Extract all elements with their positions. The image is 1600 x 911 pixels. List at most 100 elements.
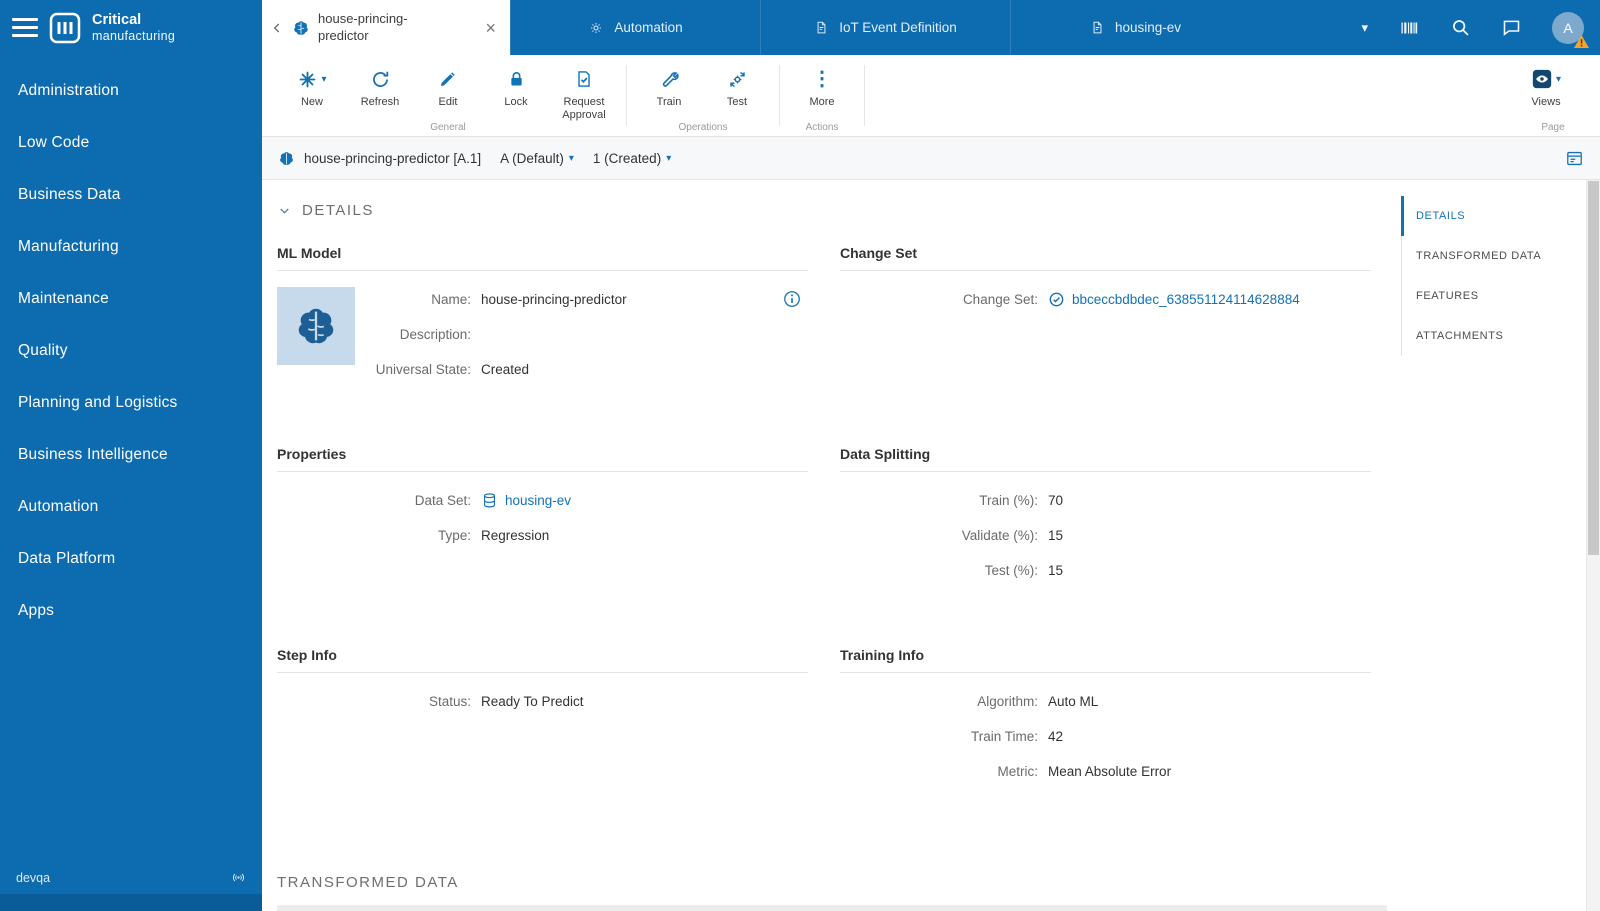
section-training-info: Training Info Algorithm: Auto ML Train T… <box>840 647 1371 794</box>
chevron-left-icon[interactable] <box>270 21 284 35</box>
transformed-data-header: TRANSFORMED DATA <box>277 874 459 891</box>
sidebar-item-planning-and-logistics[interactable]: Planning and Logistics <box>0 377 262 429</box>
vertical-scrollbar[interactable] <box>1586 180 1600 911</box>
hamburger-menu-icon[interactable] <box>12 14 38 41</box>
search-icon[interactable] <box>1450 17 1471 38</box>
sidebar-item-business-intelligence[interactable]: Business Intelligence <box>0 429 262 481</box>
section-step-info: Step Info Status: Ready To Predict <box>277 647 808 794</box>
toolbar-group-actions: ⋮ More Actions <box>782 55 862 136</box>
anchor-features[interactable]: FEATURES <box>1401 276 1576 316</box>
section-data-splitting: Data Splitting Train (%): 70 Validate (%… <box>840 446 1371 593</box>
document-icon <box>814 20 829 35</box>
sidebar-item-apps[interactable]: Apps <box>0 585 262 637</box>
section-title: ML Model <box>277 245 808 271</box>
chevron-down-icon <box>277 203 292 218</box>
main-area: house-princing-predictor × Automation Io… <box>262 0 1600 911</box>
anchor-attachments[interactable]: ATTACHMENTS <box>1401 316 1576 356</box>
section-change-set: Change Set Change Set: bbceccbdbdec_6385… <box>840 245 1371 392</box>
broadcast-icon[interactable] <box>231 870 246 885</box>
train-button[interactable]: Train <box>635 63 703 109</box>
request-approval-button[interactable]: Request Approval <box>550 63 618 122</box>
tab-iot-event-definition[interactable]: IoT Event Definition <box>760 0 1010 55</box>
anchor-transformed-data[interactable]: TRANSFORMED DATA <box>1401 236 1576 276</box>
tab-label: IoT Event Definition <box>839 20 957 35</box>
tab-bar: house-princing-predictor × Automation Io… <box>262 0 1600 55</box>
sidebar-item-automation[interactable]: Automation <box>0 481 262 533</box>
check-circle-icon <box>1048 291 1065 308</box>
sidebar-item-manufacturing[interactable]: Manufacturing <box>0 221 262 273</box>
new-star-icon <box>297 69 318 90</box>
toolbar-separator <box>779 65 780 126</box>
more-button[interactable]: ⋮ More <box>788 63 856 109</box>
field-change-set: Change Set: bbceccbdbdec_638551124114628… <box>962 291 1300 308</box>
tab-automation[interactable]: Automation <box>510 0 760 55</box>
warning-triangle-icon <box>1574 34 1589 48</box>
data-set-link[interactable]: housing-ev <box>505 493 571 508</box>
lock-button[interactable]: Lock <box>482 63 550 109</box>
brand-line1: Critical <box>92 11 142 28</box>
tab-overflow-caret-icon[interactable]: ▾ <box>1361 20 1368 36</box>
sidebar-menu: Administration Low Code Business Data Ma… <box>0 65 262 637</box>
section-ml-model: ML Model Name: house-princing-predictor <box>277 245 808 392</box>
barcode-scan-icon[interactable] <box>1398 17 1420 39</box>
caret-down-icon: ▾ <box>321 73 327 85</box>
brain-icon <box>278 150 295 167</box>
refresh-icon <box>370 69 391 90</box>
sidebar-item-low-code[interactable]: Low Code <box>0 117 262 169</box>
scrollbar-thumb[interactable] <box>1588 181 1599 555</box>
sidebar-item-business-data[interactable]: Business Data <box>0 169 262 221</box>
sidebar-bottom-bar <box>0 894 262 911</box>
anchor-details[interactable]: DETAILS <box>1401 196 1576 236</box>
critical-manufacturing-logo-icon <box>49 12 81 44</box>
environment-label: devqa <box>16 870 51 885</box>
details-header-label: DETAILS <box>302 202 374 219</box>
refresh-button[interactable]: Refresh <box>346 63 414 109</box>
field-status: Status: Ready To Predict <box>428 693 584 709</box>
tab-housing-ev[interactable]: housing-ev <box>1010 0 1260 55</box>
edit-button[interactable]: Edit <box>414 63 482 109</box>
field-name: Name: house-princing-predictor <box>355 287 808 311</box>
sidebar: Critical manufacturing Administration Lo… <box>0 0 262 911</box>
toolbar-group-general: ▾ New Refresh Edit Lock Request Approval… <box>272 55 624 136</box>
breadcrumb: house-princing-predictor [A.1] A (Defaul… <box>262 137 1600 180</box>
info-icon[interactable] <box>782 289 802 309</box>
gear-sync-icon <box>727 69 748 90</box>
close-tab-icon[interactable]: × <box>481 17 500 39</box>
new-button[interactable]: ▾ New <box>278 63 346 109</box>
sidebar-item-maintenance[interactable]: Maintenance <box>0 273 262 325</box>
active-tab-title[interactable]: house-princing-predictor <box>318 11 436 44</box>
ml-model-thumbnail <box>277 287 355 365</box>
panel-view-icon[interactable] <box>1565 149 1584 168</box>
avatar[interactable]: A <box>1552 11 1589 48</box>
sidebar-item-quality[interactable]: Quality <box>0 325 262 377</box>
tab-label: Automation <box>614 20 683 35</box>
views-button[interactable]: ▾ Views <box>1512 63 1580 120</box>
sidebar-item-data-platform[interactable]: Data Platform <box>0 533 262 585</box>
caret-down-icon: ▾ <box>666 152 672 164</box>
database-icon <box>481 492 498 509</box>
revision-selector[interactable]: 1 (Created) ▾ <box>593 151 671 166</box>
test-button[interactable]: Test <box>703 63 771 109</box>
app-root: Critical manufacturing Administration Lo… <box>0 0 1600 911</box>
toolbar-group-label: General <box>430 122 466 133</box>
toolbar-separator <box>864 65 865 126</box>
change-set-link[interactable]: bbceccbdbdec_638551124114628884 <box>1072 292 1300 307</box>
field-validate-percent: Validate (%): 15 <box>961 527 1064 543</box>
transformed-data-grid-header <box>277 905 1387 911</box>
field-train-time: Train Time: 42 <box>970 728 1064 744</box>
tools-icon <box>659 69 680 90</box>
chat-icon[interactable] <box>1501 17 1522 38</box>
anchor-nav: DETAILS TRANSFORMED DATA FEATURES ATTACH… <box>1401 196 1576 356</box>
document-icon <box>1090 20 1105 35</box>
field-universal-state: Universal State: Created <box>375 361 530 377</box>
toolbar-group-label: Page <box>1541 122 1565 133</box>
brain-icon <box>293 303 339 349</box>
section-title: Data Splitting <box>840 446 1371 472</box>
field-metric: Metric: Mean Absolute Error <box>997 763 1172 779</box>
version-selector[interactable]: A (Default) ▾ <box>500 151 574 166</box>
details-collapse-header[interactable]: DETAILS <box>277 202 374 219</box>
sidebar-item-administration[interactable]: Administration <box>0 65 262 117</box>
active-tab[interactable]: house-princing-predictor × <box>262 0 510 55</box>
revision-value: 1 (Created) <box>592 150 662 166</box>
more-vertical-icon: ⋮ <box>812 68 832 90</box>
